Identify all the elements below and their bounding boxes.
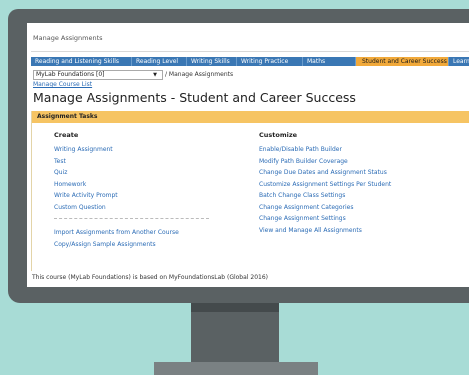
import-assignments-link[interactable]: Import Assignments from Another Course (54, 227, 209, 239)
create-test-link[interactable]: Test (54, 156, 209, 168)
page-title: Manage Assignments - Student and Career … (33, 90, 356, 105)
customize-settings-per-student-link[interactable]: Customize Assignment Settings Per Studen… (259, 179, 391, 191)
view-manage-all-assignments-link[interactable]: View and Manage All Assignments (259, 225, 391, 237)
modify-path-builder-coverage-link[interactable]: Modify Path Builder Coverage (259, 156, 391, 168)
tab-reading-and-listening-skills[interactable]: Reading and Listening Skills (31, 57, 132, 66)
change-assignment-settings-link[interactable]: Change Assignment Settings (259, 213, 391, 225)
change-due-dates-link[interactable]: Change Due Dates and Assignment Status (259, 167, 391, 179)
course-select[interactable]: MyLab Foundations [0] ▼ (33, 70, 163, 80)
course-footer-note: This course (MyLab Foundations) is based… (32, 274, 268, 281)
chevron-down-icon: ▼ (153, 72, 157, 78)
breadcrumb: / Manage Assignments (165, 71, 234, 78)
monitor-stand-shadow (191, 303, 279, 312)
customize-column: Customize Enable/Disable Path Builder Mo… (259, 131, 391, 236)
copy-assign-sample-assignments-link[interactable]: Copy/Assign Sample Assignments (54, 239, 209, 251)
customize-heading: Customize (259, 131, 298, 139)
create-quiz-link[interactable]: Quiz (54, 167, 209, 179)
title-divider (31, 51, 469, 52)
create-divider (54, 218, 209, 219)
subject-tab-bar: Reading and Listening Skills Reading Lev… (31, 57, 469, 66)
create-column: Create Writing Assignment Test Quiz Home… (54, 131, 209, 250)
tab-student-and-career-success[interactable]: Student and Career Success (356, 57, 449, 66)
assignment-tasks-panel: Assignment Tasks Create Writing Assignme… (31, 111, 469, 271)
tab-writing-practice[interactable]: Writing Practice (237, 57, 303, 66)
enable-disable-path-builder-link[interactable]: Enable/Disable Path Builder (259, 144, 391, 156)
tab-maths[interactable]: Maths (303, 57, 356, 66)
manage-course-list-link[interactable]: Manage Course List (33, 81, 92, 88)
create-write-activity-prompt-link[interactable]: Write Activity Prompt (54, 190, 209, 202)
course-select-value: MyLab Foundations [0] (36, 71, 105, 78)
create-heading: Create (54, 131, 79, 139)
create-custom-question-link[interactable]: Custom Question (54, 202, 209, 214)
tab-reading-level[interactable]: Reading Level (132, 57, 187, 66)
batch-change-class-settings-link[interactable]: Batch Change Class Settings (259, 190, 391, 202)
monitor-stand-neck (191, 303, 279, 363)
tab-learning[interactable]: Learning (449, 57, 469, 66)
change-assignment-categories-link[interactable]: Change Assignment Categories (259, 202, 391, 214)
window-title: Manage Assignments (33, 34, 103, 42)
monitor-stand-base (154, 362, 318, 375)
monitor-screen: Manage Assignments Reading and Listening… (27, 23, 469, 287)
create-writing-assignment-link[interactable]: Writing Assignment (54, 144, 209, 156)
create-homework-link[interactable]: Homework (54, 179, 209, 191)
tab-writing-skills[interactable]: Writing Skills (187, 57, 237, 66)
assignment-tasks-header: Assignment Tasks (32, 111, 469, 123)
